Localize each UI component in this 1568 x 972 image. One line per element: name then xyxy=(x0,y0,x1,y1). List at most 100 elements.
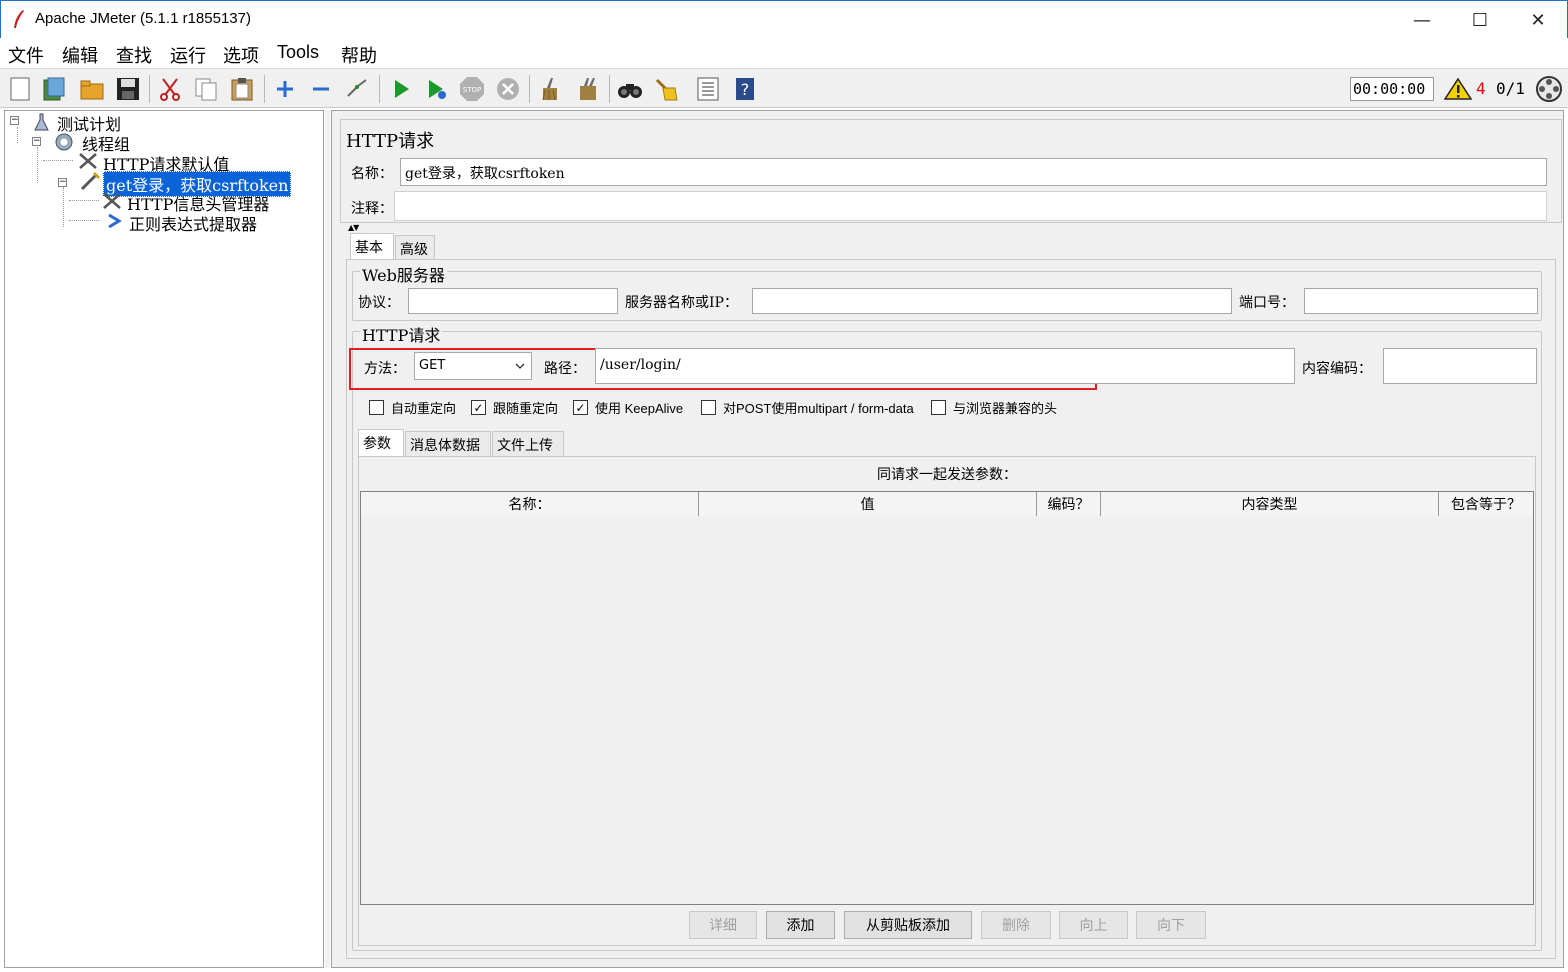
column-value-header[interactable]: 值 xyxy=(699,492,1037,516)
menu-options[interactable]: 选项 xyxy=(223,42,259,68)
column-include-equals-header[interactable]: 包含等于？ xyxy=(1439,492,1533,516)
toolbar-separator xyxy=(149,75,150,103)
protocol-field[interactable] xyxy=(408,288,618,314)
new-icon[interactable] xyxy=(6,75,34,103)
tree-connector xyxy=(63,187,64,227)
copy-icon[interactable] xyxy=(192,75,220,103)
tab-advanced[interactable]: 高级 xyxy=(395,235,435,260)
tab-body-data[interactable]: 消息体数据 xyxy=(405,431,491,457)
tab-basic[interactable]: 基本 xyxy=(350,233,394,260)
add-button[interactable]: 添加 xyxy=(766,911,835,939)
expand-icon[interactable] xyxy=(271,75,299,103)
move-down-button[interactable]: 向下 xyxy=(1136,911,1206,939)
detail-button[interactable]: 详细 xyxy=(689,911,757,939)
menu-edit[interactable]: 编辑 xyxy=(62,42,98,68)
http-defaults-icon xyxy=(79,153,97,169)
http-request-panel: HTTP请求 名称： get登录，获取csrftoken 注释： ▲▼ 基本 高… xyxy=(331,110,1564,968)
toggle-icon[interactable] xyxy=(343,75,371,103)
warning-icon[interactable] xyxy=(1444,77,1472,101)
toolbar-separator xyxy=(379,75,380,103)
menu-help[interactable]: 帮助 xyxy=(341,42,377,68)
tree-collapse-toggle[interactable]: − xyxy=(58,178,67,187)
toolbar-separator xyxy=(264,75,265,103)
checkmark-icon: ✓ xyxy=(471,400,486,415)
path-field[interactable]: /user/login/ xyxy=(595,348,1295,384)
elapsed-timer: 00:00:00 xyxy=(1350,77,1434,101)
menu-search[interactable]: 查找 xyxy=(116,42,152,68)
column-encode-header[interactable]: 编码？ xyxy=(1037,492,1101,516)
checkbox-box xyxy=(369,400,384,415)
tree-item-regex-extractor[interactable]: 正则表达式提取器 xyxy=(129,211,257,235)
start-icon[interactable] xyxy=(387,75,415,103)
svg-text:?: ? xyxy=(741,80,750,99)
checkmark-icon: ✓ xyxy=(573,400,588,415)
add-from-clipboard-button[interactable]: 从剪贴板添加 xyxy=(844,911,972,939)
paste-icon[interactable] xyxy=(228,75,256,103)
multipart-checkbox[interactable]: 对POST使用multipart / form-data xyxy=(701,398,914,417)
split-pane-divider[interactable] xyxy=(325,110,330,968)
web-server-title: Web服务器 xyxy=(360,262,447,286)
toolbar-separator xyxy=(609,75,610,103)
name-field[interactable]: get登录，获取csrftoken xyxy=(400,158,1547,186)
server-field[interactable] xyxy=(752,288,1232,314)
path-label: 路径： xyxy=(544,361,586,377)
menu-file[interactable]: 文件 xyxy=(8,42,44,68)
open-icon[interactable] xyxy=(78,75,106,103)
reset-search-icon[interactable] xyxy=(652,75,680,103)
browser-compatible-headers-checkbox[interactable]: 与浏览器兼容的头 xyxy=(931,398,1057,417)
function-helper-icon[interactable] xyxy=(694,75,722,103)
toolbar-separator xyxy=(529,75,530,103)
parameters-table[interactable]: 名称： 值 编码？ 内容类型 包含等于？ xyxy=(360,491,1534,905)
chevron-down-icon xyxy=(515,363,525,369)
stop-icon[interactable]: STOP xyxy=(458,75,486,103)
collapse-icon[interactable] xyxy=(307,75,335,103)
tree-collapse-toggle[interactable]: − xyxy=(32,137,41,146)
status-indicator-icon xyxy=(1536,76,1562,102)
clear-all-icon[interactable] xyxy=(574,75,602,103)
tab-files-upload[interactable]: 文件上传 xyxy=(492,431,564,457)
search-icon[interactable] xyxy=(616,75,644,103)
protocol-label: 协议： xyxy=(358,295,400,311)
delete-button[interactable]: 删除 xyxy=(981,911,1051,939)
save-icon[interactable] xyxy=(114,75,142,103)
templates-icon[interactable] xyxy=(40,75,68,103)
checkbox-box xyxy=(931,400,946,415)
follow-redirects-checkbox[interactable]: ✓ 跟随重定向 xyxy=(471,398,558,417)
warning-count: 4 xyxy=(1476,79,1486,98)
auto-redirect-checkbox[interactable]: 自动重定向 xyxy=(369,398,456,417)
browser-compatible-headers-label: 与浏览器兼容的头 xyxy=(953,401,1058,416)
method-select[interactable]: GET xyxy=(414,352,532,380)
menu-tools[interactable]: Tools xyxy=(277,42,319,63)
tab-parameters[interactable]: 参数 xyxy=(358,429,404,457)
method-value: GET xyxy=(419,358,446,373)
move-up-button[interactable]: 向上 xyxy=(1059,911,1128,939)
minimize-button[interactable]: — xyxy=(1393,1,1451,39)
column-name-header[interactable]: 名称： xyxy=(361,492,699,516)
menu-run[interactable]: 运行 xyxy=(170,42,206,68)
content-encoding-field[interactable] xyxy=(1383,348,1537,384)
test-plan-tree[interactable]: − 测试计划 − 线程组 HTTP请求默认值 − get登录，获取csrftok… xyxy=(4,110,324,968)
toolbar: STOP ? 00:00:00 4 0/1 xyxy=(0,68,1568,108)
cut-icon[interactable] xyxy=(156,75,184,103)
start-no-pause-icon[interactable] xyxy=(422,75,450,103)
thread-group-icon xyxy=(55,133,73,151)
column-content-type-header[interactable]: 内容类型 xyxy=(1101,492,1439,516)
title-bar: Apache JMeter (5.1.1 r1855137) — ☐ ✕ xyxy=(0,0,1568,38)
help-icon[interactable]: ? xyxy=(731,75,759,103)
tree-connector xyxy=(37,147,38,183)
keepalive-checkbox[interactable]: ✓ 使用 KeepAlive xyxy=(573,398,683,417)
close-button[interactable]: ✕ xyxy=(1509,1,1567,39)
maximize-button[interactable]: ☐ xyxy=(1451,1,1509,39)
server-label: 服务器名称或IP： xyxy=(625,295,738,311)
regex-extractor-icon xyxy=(108,213,122,229)
port-field[interactable] xyxy=(1304,288,1538,314)
shutdown-icon[interactable] xyxy=(494,75,522,103)
method-label: 方法： xyxy=(364,361,406,377)
tree-collapse-toggle[interactable]: − xyxy=(10,116,19,125)
comment-label: 注释： xyxy=(351,201,393,217)
active-threads-count: 0/1 xyxy=(1496,79,1525,98)
comment-field[interactable] xyxy=(394,191,1547,221)
collapse-arrows-icon[interactable]: ▲▼ xyxy=(348,223,359,232)
http-sampler-icon xyxy=(80,171,101,191)
clear-icon[interactable] xyxy=(536,75,564,103)
